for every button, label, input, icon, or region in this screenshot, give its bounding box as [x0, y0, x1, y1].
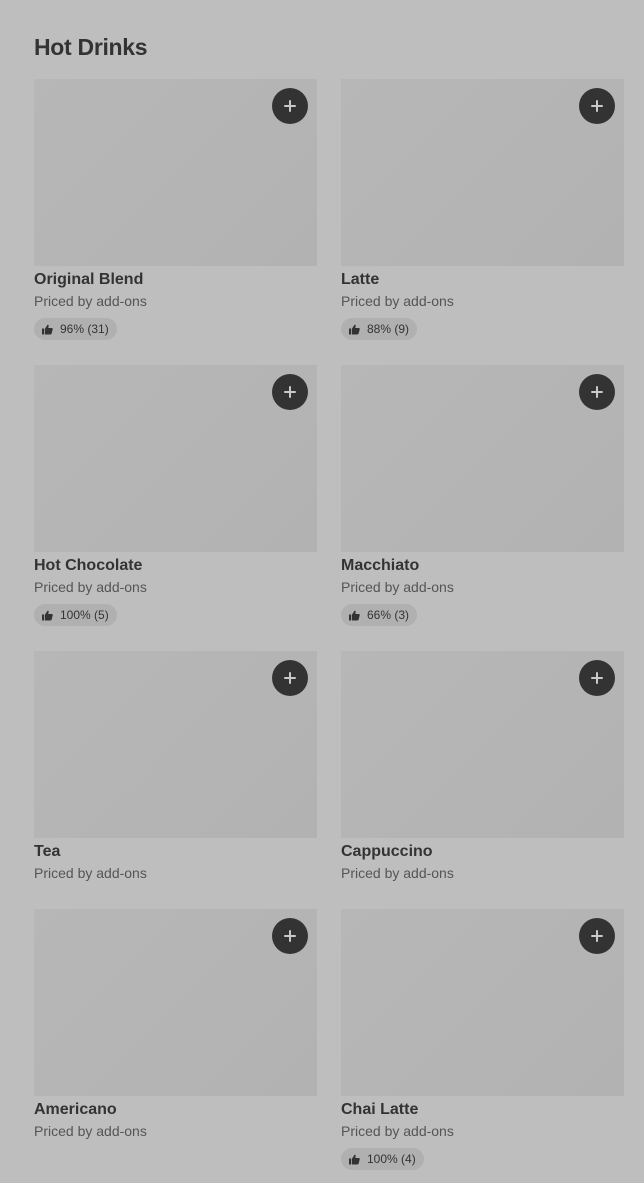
thumbs-up-icon [42, 324, 53, 335]
item-image-placeholder[interactable] [34, 79, 317, 266]
thumbs-up-icon [42, 610, 53, 621]
item-price: Priced by add-ons [34, 865, 147, 881]
item-name: Latte [341, 271, 380, 288]
add-item-button[interactable] [579, 660, 615, 696]
item-image-placeholder[interactable] [34, 365, 317, 552]
menu-item-card[interactable]: Macchiato Priced by add-ons 66% (3) [341, 365, 624, 626]
add-item-button[interactable] [272, 374, 308, 410]
rating-badge: 100% (4) [341, 1148, 424, 1170]
add-item-button[interactable] [272, 660, 308, 696]
rating-badge: 96% (31) [34, 318, 117, 340]
item-price: Priced by add-ons [341, 865, 454, 881]
item-image-placeholder[interactable] [341, 909, 624, 1096]
item-price: Priced by add-ons [341, 293, 454, 309]
item-image-placeholder[interactable] [341, 651, 624, 838]
rating-text: 66% (3) [367, 608, 410, 622]
menu-item-card[interactable]: Tea Priced by add-ons [34, 651, 317, 882]
thumbs-up-icon [349, 1154, 360, 1165]
item-image-placeholder[interactable] [341, 79, 624, 266]
item-name: Americano [34, 1101, 117, 1118]
item-price: Priced by add-ons [34, 293, 147, 309]
item-price: Priced by add-ons [341, 1123, 454, 1139]
add-item-button[interactable] [272, 918, 308, 954]
item-image-placeholder[interactable] [34, 909, 317, 1096]
menu-item-card[interactable]: Chai Latte Priced by add-ons 100% (4) [341, 909, 624, 1170]
item-price: Priced by add-ons [34, 579, 147, 595]
item-name: Cappuccino [341, 843, 433, 860]
menu-item-card[interactable]: Latte Priced by add-ons 88% (9) [341, 79, 624, 340]
item-price: Priced by add-ons [341, 579, 454, 595]
add-item-button[interactable] [579, 88, 615, 124]
menu-item-card[interactable]: Americano Priced by add-ons [34, 909, 317, 1140]
rating-badge: 88% (9) [341, 318, 418, 340]
rating-text: 100% (5) [60, 608, 109, 622]
item-name: Original Blend [34, 271, 144, 288]
thumbs-up-icon [349, 324, 360, 335]
add-item-button[interactable] [272, 88, 308, 124]
rating-text: 96% (31) [60, 322, 109, 336]
item-name: Macchiato [341, 557, 420, 574]
menu-item-card[interactable]: Cappuccino Priced by add-ons [341, 651, 624, 882]
item-name: Tea [34, 843, 61, 860]
rating-text: 88% (9) [367, 322, 410, 336]
item-image-placeholder[interactable] [34, 651, 317, 838]
menu-item-card[interactable]: Hot Chocolate Priced by add-ons 100% (5) [34, 365, 317, 626]
item-name: Chai Latte [341, 1101, 419, 1118]
add-item-button[interactable] [579, 918, 615, 954]
menu-page: Hot Drinks Original Blend Priced by add-… [0, 0, 644, 1183]
item-name: Hot Chocolate [34, 557, 143, 574]
rating-badge: 66% (3) [341, 604, 418, 626]
item-price: Priced by add-ons [34, 1123, 147, 1139]
section-title: Hot Drinks [34, 34, 148, 60]
add-item-button[interactable] [579, 374, 615, 410]
rating-text: 100% (4) [367, 1152, 416, 1166]
menu-item-card[interactable]: Original Blend Priced by add-ons 96% (31… [34, 79, 317, 340]
item-image-placeholder[interactable] [341, 365, 624, 552]
rating-badge: 100% (5) [34, 604, 117, 626]
thumbs-up-icon [349, 610, 360, 621]
